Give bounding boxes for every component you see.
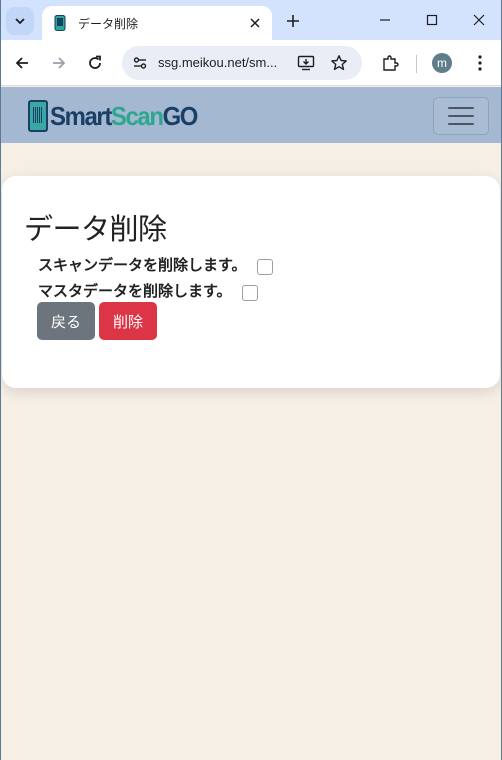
maximize-button[interactable] bbox=[409, 0, 455, 40]
extensions-button[interactable] bbox=[378, 51, 402, 75]
navbar-toggle-button[interactable] bbox=[433, 97, 489, 135]
site-settings-icon[interactable] bbox=[130, 53, 150, 73]
new-tab-button[interactable] bbox=[280, 8, 306, 34]
reload-icon bbox=[89, 55, 101, 69]
minimize-button[interactable] bbox=[362, 0, 408, 40]
maximize-icon bbox=[426, 14, 438, 26]
plus-icon bbox=[287, 15, 299, 27]
more-vert-icon bbox=[478, 55, 482, 71]
hamburger-icon-bar bbox=[448, 115, 474, 117]
tab-close-button[interactable] bbox=[242, 10, 268, 36]
hamburger-icon-bar bbox=[448, 107, 474, 109]
logo-text: SmartScanGO bbox=[50, 101, 199, 131]
logo-smart-text: Smart bbox=[50, 101, 112, 131]
chevron-down-icon bbox=[15, 18, 25, 25]
minimize-icon bbox=[380, 19, 390, 21]
window-border-left bbox=[0, 0, 1, 760]
back-button[interactable]: 戻る bbox=[37, 302, 95, 340]
forward-nav-button[interactable] bbox=[45, 49, 73, 77]
delete-master-data-checkbox[interactable] bbox=[241, 284, 258, 301]
phone-favicon-icon bbox=[52, 15, 68, 31]
logo-go-text: GO bbox=[162, 101, 199, 131]
logo-scan-text: Scan bbox=[110, 101, 164, 131]
delete-scan-data-checkbox[interactable] bbox=[256, 258, 273, 275]
window-close-button[interactable] bbox=[456, 0, 502, 40]
phone-logo-icon bbox=[28, 100, 48, 132]
back-nav-button[interactable] bbox=[8, 49, 36, 77]
delete-scan-data-label[interactable]: スキャンデータを削除します。 bbox=[38, 254, 247, 275]
delete-master-data-label[interactable]: マスタデータを削除します。 bbox=[38, 280, 232, 301]
smartscango-logo[interactable]: SmartScanGO bbox=[28, 99, 210, 133]
arrow-left-icon bbox=[15, 57, 28, 69]
tab-title: データ削除 bbox=[78, 16, 139, 31]
toolbar-separator bbox=[416, 55, 417, 73]
delete-button[interactable]: 削除 bbox=[99, 302, 157, 340]
close-icon bbox=[250, 18, 260, 28]
profile-avatar[interactable]: m bbox=[432, 53, 452, 73]
browser-menu-button[interactable] bbox=[470, 51, 490, 75]
delete-scan-data-option: スキャンデータを削除します。 bbox=[38, 254, 273, 275]
delete-data-card: データ削除 スキャンデータを削除します。 マスタデータを削除します。 戻る 削除 bbox=[2, 176, 500, 388]
address-bar[interactable]: ssg.meikou.net/sm... bbox=[122, 46, 362, 80]
url-text[interactable]: ssg.meikou.net/sm... bbox=[158, 55, 277, 70]
delete-master-data-option: マスタデータを削除します。 bbox=[38, 280, 258, 301]
puzzle-icon bbox=[383, 55, 399, 71]
install-app-icon[interactable] bbox=[296, 53, 316, 73]
page-title: データ削除 bbox=[24, 212, 167, 246]
bookmark-star-icon[interactable] bbox=[329, 53, 349, 73]
site-navbar: SmartScanGO bbox=[0, 87, 502, 143]
arrow-right-icon bbox=[53, 57, 66, 69]
close-icon bbox=[473, 14, 485, 26]
browser-tabstrip: データ削除 bbox=[0, 0, 502, 40]
tab-search-button[interactable] bbox=[6, 7, 34, 35]
browser-tab-active[interactable]: データ削除 bbox=[42, 6, 272, 40]
browser-toolbar: ssg.meikou.net/sm... m bbox=[0, 40, 502, 86]
reload-button[interactable] bbox=[81, 49, 109, 77]
hamburger-icon-bar bbox=[448, 123, 474, 125]
